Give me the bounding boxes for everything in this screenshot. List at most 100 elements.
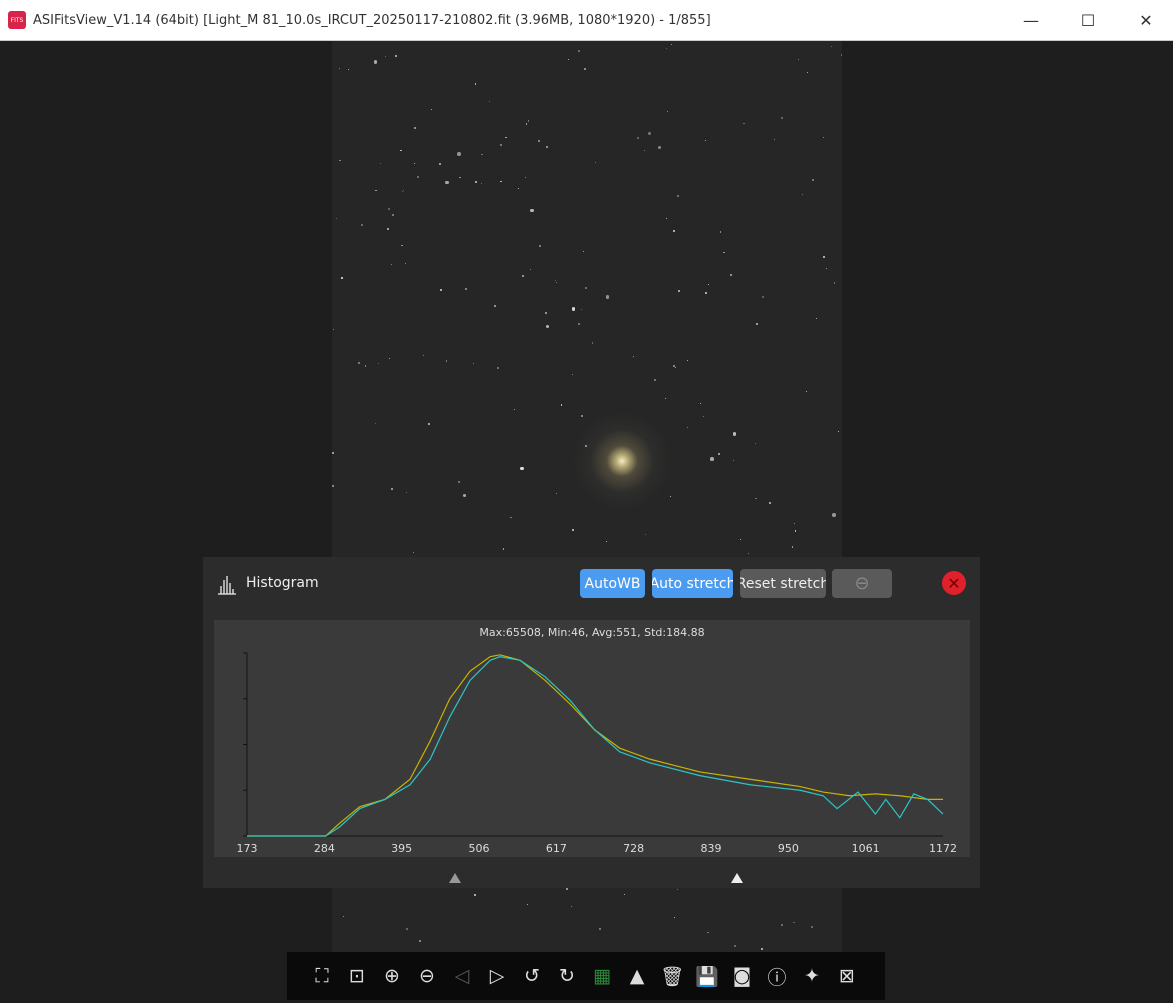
star [537,140,540,143]
debayer-icon[interactable]: ▦ [589,963,615,989]
auto-wb-button[interactable]: AutoWB [580,569,645,598]
star [406,491,408,493]
star [412,552,414,554]
x-tick-label: 1172 [929,842,957,855]
auto-stretch-button[interactable]: Auto stretch [652,569,733,598]
star [825,268,827,270]
close-button[interactable]: ✕ [1117,0,1173,41]
star [823,255,826,258]
x-tick-label: 395 [391,842,412,855]
rotate-left-icon[interactable]: ↺ [519,963,545,989]
star [653,379,656,381]
star [445,360,448,362]
x-tick-label: 950 [778,842,799,855]
star [637,137,640,140]
next-icon[interactable]: ▷ [484,963,510,989]
maximize-button[interactable]: ☐ [1059,0,1117,41]
star [570,905,573,908]
star [832,513,836,517]
star [605,295,610,299]
star [699,402,701,404]
star [581,414,584,417]
previous-icon[interactable]: ◁ [449,963,475,989]
star [339,68,341,70]
histogram-icon[interactable]: ▲ [624,963,650,989]
black-point-slider[interactable] [449,873,461,883]
fit-window-icon[interactable]: ⊡ [344,963,370,989]
star [643,149,645,151]
star [489,101,491,103]
save-icon[interactable]: 💾 [694,963,720,989]
chart-svg: 173 284 395 506 617 728 839 950 1061 1172 [237,652,957,855]
star [413,162,415,165]
star [357,361,360,364]
zoom-out-icon[interactable]: ⊖ [414,963,440,989]
rotate-right-icon[interactable]: ↻ [554,963,580,989]
star [667,110,669,113]
star [833,282,835,284]
star [816,317,818,320]
star-detect-icon[interactable]: ✦ [799,963,825,989]
star [822,136,825,138]
star [529,268,532,270]
star [481,153,483,155]
star [545,324,550,329]
star [339,159,341,161]
star [768,501,771,504]
x-tick-label: 506 [469,842,490,855]
star [520,466,524,471]
star [623,893,625,896]
x-tick-label: 617 [546,842,567,855]
star [373,60,378,64]
star [395,54,398,57]
star [578,322,581,325]
white-point-slider[interactable] [731,873,743,883]
info-icon[interactable]: ⓘ [764,963,790,989]
star [671,43,673,45]
star [364,365,366,367]
star [807,71,809,73]
star [571,307,576,311]
zoom-in-icon[interactable]: ⊕ [379,963,405,989]
star [524,176,527,178]
star [403,190,405,192]
star [406,927,409,930]
star [375,422,377,424]
compare-icon[interactable]: ◙ [729,963,755,989]
histogram-chart: Max:65508, Min:46, Avg:551, Std:184.88 1… [214,620,970,857]
star [347,68,350,70]
star [401,245,403,247]
star [414,127,417,130]
zoom-out-button[interactable]: ⊖ [832,569,892,598]
star [361,224,364,227]
star [332,485,335,488]
actual-size-icon[interactable]: ⛶ [309,963,335,989]
star [392,214,395,217]
star [474,180,477,183]
star [341,277,343,279]
histogram-panel: Histogram AutoWB Auto stretch Reset stre… [203,557,980,888]
star [704,139,706,142]
star [686,360,689,362]
crop-icon[interactable]: ⊠ [834,963,860,989]
star [677,888,679,890]
star [687,427,689,429]
minimize-button[interactable]: — [1002,0,1060,41]
app-icon: FITS [8,11,26,29]
x-tick-label: 284 [314,842,335,855]
star [379,162,382,165]
star [755,497,757,499]
galaxy [572,411,672,511]
star [385,55,387,57]
star [773,138,775,140]
star [465,288,467,290]
x-tick-label: 173 [237,842,258,855]
close-histogram-button[interactable]: ✕ [942,571,966,595]
x-tick-label: 1061 [852,842,880,855]
delete-icon[interactable]: 🗑 [659,963,685,989]
reset-stretch-button[interactable]: Reset stretch [740,569,826,598]
star [810,925,813,928]
star [545,145,548,148]
histogram-icon [218,576,236,595]
star [732,432,737,436]
